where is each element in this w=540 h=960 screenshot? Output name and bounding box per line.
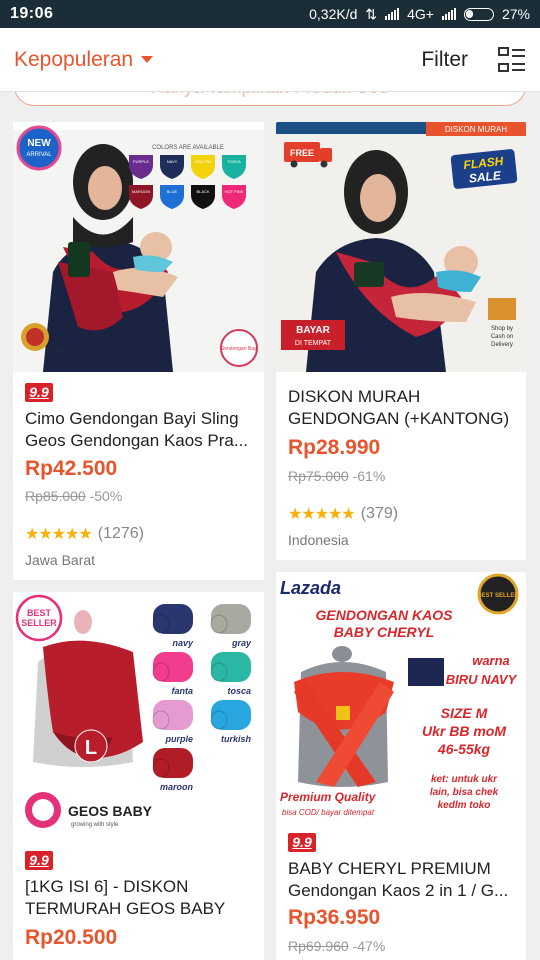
status-bar: 19:06 0,32K/d ⇅ 4G+ 27% xyxy=(0,0,540,28)
ket-line-2: lain, bisa chek xyxy=(430,787,499,798)
sort-label: Kepopuleran xyxy=(14,47,134,71)
fabric-roll-end xyxy=(210,662,228,682)
color-swatch-label: TOSCA xyxy=(227,159,241,164)
price-discount: Rp85.000 -50% xyxy=(25,488,123,504)
discount-banner: DISKON MURAH xyxy=(445,125,507,134)
size-line-1: SIZE M xyxy=(441,705,488,721)
size-line-3: 46-55kg xyxy=(437,741,491,757)
product-card[interactable]: DISKON MURAH FREE FLASH SALE BAYAR DI TE… xyxy=(276,122,526,560)
warna-name: BIRU NAVY xyxy=(446,672,518,687)
fabric-roll-label: fanta xyxy=(171,686,193,696)
cod-filter-text: Hanya Tampilkan Produk Cod xyxy=(14,92,526,106)
signal-icon xyxy=(385,8,400,20)
grid-list-toggle-icon[interactable] xyxy=(498,46,526,73)
product-image: L BEST SELLER navy gray fanta tosca purple tu… xyxy=(13,592,264,842)
product-price: Rp36.950 xyxy=(288,906,381,929)
product-rating: ★★★★★ (1276) xyxy=(25,525,144,543)
product-title: [1KG ISI 6] - DISKON TERMURAH GEOS BABY … xyxy=(25,877,225,918)
fabric-roll-label: turkish xyxy=(221,734,252,744)
colors-heading: COLORS ARE AVAILABLE xyxy=(152,145,224,151)
data-arrows-icon: ⇅ xyxy=(365,5,378,22)
fabric-roll-end xyxy=(152,710,170,730)
status-time: 19:06 xyxy=(10,5,54,22)
stamp-text: Gendongan Bayi xyxy=(220,346,257,352)
product-price: Rp20.500 xyxy=(25,926,118,949)
product-title: BABY CHERYL PREMIUM Gendongan Kaos 2 in … xyxy=(288,859,509,900)
svg-text:Delivery: Delivery xyxy=(491,342,513,348)
brand-name: GEOS BABY xyxy=(68,803,153,819)
sort-filter-bar: Kepopuleran Filter xyxy=(0,28,540,92)
fabric-roll-label: navy xyxy=(172,638,194,648)
color-swatch-label: PURPLE xyxy=(133,159,149,164)
cod-filter-banner[interactable]: Hanya Tampilkan Produk Cod xyxy=(14,92,526,106)
warna-label: warna xyxy=(472,653,510,668)
price-discount: Rp69.960 -47% xyxy=(288,938,386,954)
product-card[interactable]: NEW ARRIVAL COLORS ARE AVAILABLE PURPLE N… xyxy=(13,122,264,580)
promo-badge: 9.9 xyxy=(288,833,316,852)
fabric-roll-end xyxy=(152,758,170,778)
sort-dropdown[interactable]: Kepopuleran xyxy=(14,47,154,72)
color-swatch xyxy=(408,658,444,686)
fabric-roll-label: maroon xyxy=(160,782,194,792)
product-price: Rp42.500 xyxy=(25,457,118,480)
product-image: NEW ARRIVAL COLORS ARE AVAILABLE PURPLE N… xyxy=(13,122,264,372)
star-rating-icon: ★★★★★ xyxy=(288,506,356,523)
fabric-roll-end xyxy=(152,614,170,634)
free-label: FREE xyxy=(290,148,314,158)
signal-icon-2 xyxy=(441,8,456,20)
color-swatch-label: BLUE xyxy=(167,189,178,194)
network-speed: 0,32K/d xyxy=(309,6,358,22)
premium-label: Premium Quality xyxy=(280,790,377,804)
ket-line-3: kedlm toko xyxy=(438,800,491,811)
color-swatch-label: BLACK xyxy=(196,189,209,194)
product-title: DISKON MURAH GENDONGAN (+KANTONG) ... xyxy=(288,387,510,428)
caret-down-icon xyxy=(141,56,154,63)
fabric-roll-end xyxy=(210,614,228,634)
network-type: 4G+ xyxy=(407,6,434,22)
cod-sub: DI TEMPAT xyxy=(295,340,332,347)
product-price: Rp28.990 xyxy=(288,436,381,459)
color-swatch-label: HOT PINK xyxy=(225,189,244,194)
fabric-roll-label: purple xyxy=(164,734,193,744)
ket-line-1: ket: untuk ukr xyxy=(431,774,498,785)
best-seller-line2: SELLER xyxy=(21,618,57,628)
price-discount: Rp75.000 -61% xyxy=(288,468,386,484)
filter-button[interactable]: Filter xyxy=(421,48,468,72)
product-title: Cimo Gendongan Bayi Sling Geos Gendongan… xyxy=(25,409,249,450)
product-card[interactable]: L BEST SELLER navy gray fanta tosca purple tu… xyxy=(13,592,264,960)
lazada-logo: Lazada xyxy=(280,578,341,598)
svg-text:Shop by: Shop by xyxy=(491,326,513,332)
new-badge-line2: ARRIVAL xyxy=(26,152,52,158)
brand-tagline: growing with style xyxy=(71,822,119,828)
cod-note: bisa COD/ bayar ditempat xyxy=(282,808,375,817)
size-letter: L xyxy=(85,737,97,759)
best-seller-seal: BEST SELLER xyxy=(477,593,519,599)
product-image: Lazada GENDONGAN KAOS BABY CHERYL BEST S… xyxy=(276,572,526,822)
color-swatch-label: MAROON xyxy=(132,189,150,194)
product-location: Jawa Barat xyxy=(25,552,96,568)
promo-badge: 9.9 xyxy=(25,851,53,870)
product-card[interactable]: Lazada GENDONGAN KAOS BABY CHERYL BEST S… xyxy=(276,572,526,960)
fabric-roll-end xyxy=(152,662,170,682)
best-seller-line1: BEST xyxy=(27,608,52,618)
new-badge-line1: NEW xyxy=(27,138,51,149)
fabric-roll-label: gray xyxy=(231,638,252,648)
product-rating: ★★★★★ (379) xyxy=(288,505,399,523)
promo-badge: 9.9 xyxy=(25,383,53,402)
product-image: DISKON MURAH FREE FLASH SALE BAYAR DI TE… xyxy=(276,122,526,372)
svg-text:Cash on: Cash on xyxy=(491,334,513,340)
headline-2: BABY CHERYL xyxy=(334,624,435,640)
fabric-roll-label: tosca xyxy=(227,686,251,696)
size-line-2: Ukr BB moM xyxy=(422,723,506,739)
star-rating-icon: ★★★★★ xyxy=(25,526,93,543)
color-swatch-label: YELLOW xyxy=(195,159,212,164)
award-text: TOP xyxy=(55,349,66,355)
fabric-roll-end xyxy=(210,710,228,730)
headline-1: GENDONGAN KAOS xyxy=(316,607,454,623)
color-swatch-label: NAVY xyxy=(167,159,178,164)
cod-label: BAYAR xyxy=(296,325,330,336)
battery-level: 27% xyxy=(501,6,530,22)
product-location: Indonesia xyxy=(288,532,349,548)
battery-icon xyxy=(463,7,494,21)
